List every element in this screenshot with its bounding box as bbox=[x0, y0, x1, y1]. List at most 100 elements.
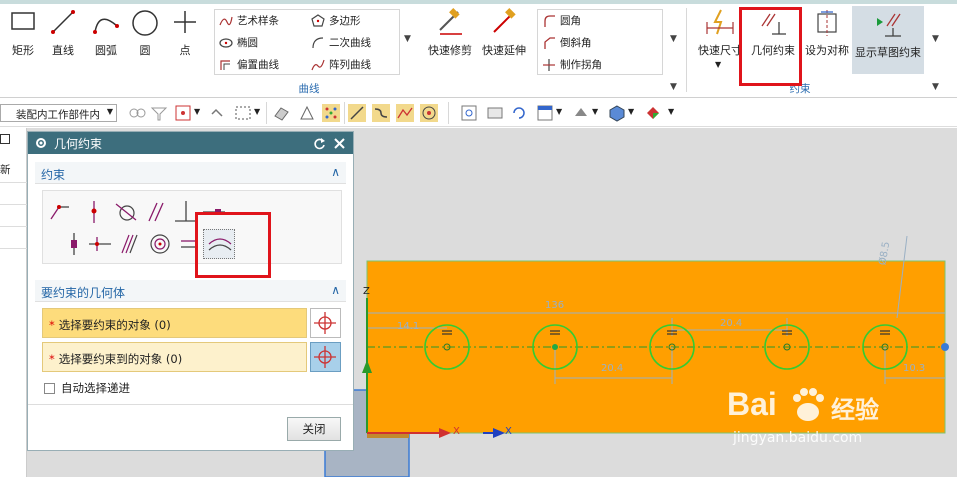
dialog-title-bar[interactable]: 几何约束 bbox=[28, 132, 353, 154]
dimension-20-4-bottom[interactable]: 20.4 bbox=[601, 363, 623, 374]
curve-tools-panel: 艺术样条 椭圆 偏置曲线 多边形 二次曲线 阵列曲线 bbox=[214, 9, 400, 75]
fillet-icon bbox=[544, 14, 555, 27]
collapse-chevron-up-icon[interactable]: ∧ bbox=[331, 283, 340, 297]
fillet-item[interactable]: 圆角 bbox=[542, 13, 581, 28]
paw-logo-icon bbox=[793, 388, 824, 421]
view-orientation-icon[interactable] bbox=[536, 104, 554, 122]
arc-icon bbox=[93, 18, 119, 34]
polygon-item[interactable]: 多边形 bbox=[311, 13, 361, 28]
snap-mid-point-icon[interactable] bbox=[372, 104, 390, 122]
make-corner-icon bbox=[543, 58, 555, 71]
navigator-column-header: 新 bbox=[0, 164, 11, 176]
quick-trim-label: 快速修剪 bbox=[428, 44, 472, 57]
rectangle-icon bbox=[11, 12, 35, 30]
render-style-icon[interactable] bbox=[572, 104, 590, 122]
shaded-dropdown-icon[interactable]: ▼ bbox=[628, 107, 634, 116]
snap-link-icon[interactable] bbox=[208, 104, 226, 122]
arc-button[interactable]: 圆弧 bbox=[86, 4, 126, 64]
snap-center-icon[interactable] bbox=[420, 104, 438, 122]
point-button[interactable]: 点 bbox=[167, 4, 203, 64]
chamfer-item[interactable]: 倒斜角 bbox=[542, 35, 592, 50]
geometry-section-header[interactable]: 要约束的几何体 ∧ bbox=[35, 280, 346, 302]
rectangle-select-dropdown-icon[interactable]: ▼ bbox=[254, 107, 260, 116]
dimension-20-4-top[interactable]: 20.4 bbox=[720, 318, 742, 329]
auto-select-option[interactable]: 自动选择递进 bbox=[44, 380, 130, 396]
rapid-dimension-dropdown[interactable]: ▼ bbox=[715, 60, 721, 69]
quick-trim-button[interactable]: 快速修剪 bbox=[424, 4, 476, 66]
select-point-icon[interactable] bbox=[174, 104, 192, 122]
make-corner-label: 制作拐角 bbox=[560, 59, 602, 71]
reset-icon[interactable] bbox=[313, 137, 326, 150]
view-orientation-dropdown-icon[interactable]: ▼ bbox=[556, 107, 562, 116]
select-object-button[interactable] bbox=[310, 308, 341, 338]
edit-more-dropdown[interactable]: ▼ bbox=[670, 34, 677, 44]
studio-spline-item[interactable]: 艺术样条 bbox=[219, 13, 279, 28]
show-sketch-constraints-icon bbox=[877, 13, 901, 37]
close-button[interactable]: 关闭 bbox=[287, 417, 341, 441]
show-sketch-constraints-button[interactable]: 显示草图约束 bbox=[852, 6, 924, 74]
shaded-cube-icon[interactable] bbox=[608, 104, 626, 122]
rectangle-button[interactable]: 矩形 bbox=[4, 4, 42, 64]
navigator-divider bbox=[0, 226, 27, 227]
parallel-icon[interactable] bbox=[143, 199, 169, 225]
point-on-curve-icon[interactable] bbox=[81, 199, 107, 225]
general-filter-icon[interactable] bbox=[150, 104, 168, 122]
axis-label-x2: X bbox=[505, 426, 512, 437]
baidu-watermark: Bai 经验 jingyan.baidu.com bbox=[727, 386, 927, 456]
snap-end-point-icon[interactable] bbox=[348, 104, 366, 122]
circle-label: 圆 bbox=[139, 44, 151, 57]
auto-select-checkbox[interactable] bbox=[44, 382, 55, 394]
snap-control-point-icon[interactable] bbox=[396, 104, 414, 122]
collapse-chevron-up-icon[interactable]: ∧ bbox=[331, 165, 340, 179]
ellipse-icon bbox=[219, 37, 233, 48]
concentric-icon[interactable] bbox=[147, 231, 173, 257]
make-symmetric-button[interactable]: 设为对称 bbox=[802, 4, 852, 74]
constraint-more-dropdown[interactable]: ▼ bbox=[932, 34, 939, 44]
fit-view-icon[interactable] bbox=[460, 104, 478, 122]
constraint-section-header[interactable]: 约束 ∧ bbox=[35, 162, 346, 184]
studio-spline-icon bbox=[219, 16, 233, 25]
scope-chevron-down-icon: ▼ bbox=[106, 107, 113, 116]
pattern-curve-item[interactable]: 阵列曲线 bbox=[311, 57, 371, 72]
render-style-dropdown-icon[interactable]: ▼ bbox=[592, 107, 598, 116]
line-button[interactable]: 直线 bbox=[44, 4, 82, 64]
close-icon[interactable] bbox=[333, 137, 346, 150]
dimension-14-1[interactable]: 14.1 bbox=[397, 321, 419, 332]
snap-points-icon[interactable] bbox=[322, 104, 340, 122]
scope-select-value: 整个装配内工作部件内 bbox=[16, 109, 100, 121]
navigator-divider bbox=[0, 248, 27, 249]
edit-group-dropdown[interactable]: ▼ bbox=[670, 82, 677, 92]
restore-icon[interactable] bbox=[0, 134, 10, 144]
watermark-brand: Bai bbox=[727, 386, 777, 422]
scope-select[interactable]: 整个装配内工作部件内 ▼ bbox=[0, 104, 117, 122]
collinear-icon[interactable] bbox=[117, 231, 143, 257]
make-corner-item[interactable]: 制作拐角 bbox=[542, 57, 602, 72]
quick-extend-button[interactable]: 快速延伸 bbox=[478, 4, 530, 66]
ellipse-item[interactable]: 椭圆 bbox=[219, 35, 258, 50]
dimension-10-3[interactable]: 10.3 bbox=[903, 363, 925, 374]
vertical-icon[interactable] bbox=[61, 231, 87, 257]
conic-item[interactable]: 二次曲线 bbox=[311, 35, 371, 50]
select-vertex-icon[interactable] bbox=[298, 104, 316, 122]
constraint-group-dropdown[interactable]: ▼ bbox=[932, 82, 939, 92]
select-target-button[interactable] bbox=[310, 342, 341, 372]
coincident-icon[interactable] bbox=[47, 199, 73, 225]
point-dropdown-icon[interactable]: ▼ bbox=[194, 107, 200, 116]
edit-section-icon[interactable] bbox=[644, 104, 662, 122]
tangent-icon[interactable] bbox=[113, 199, 139, 225]
dimension-136[interactable]: 136 bbox=[545, 300, 564, 311]
circle-button[interactable]: 圆 bbox=[127, 4, 163, 64]
section-dropdown-icon[interactable]: ▼ bbox=[668, 107, 674, 116]
solid-select-icon[interactable] bbox=[272, 104, 290, 122]
select-target-label: 选择要约束到的对象 (0) bbox=[58, 352, 183, 366]
type-filter-icon[interactable] bbox=[128, 104, 146, 122]
geometry-section-title: 要约束的几何体 bbox=[41, 286, 126, 300]
midpoint-icon[interactable] bbox=[87, 231, 113, 257]
zoom-view-icon[interactable] bbox=[486, 104, 504, 122]
rotate-view-icon[interactable] bbox=[510, 104, 528, 122]
select-object-row[interactable]: * 选择要约束的对象 (0) bbox=[42, 308, 307, 338]
offset-curve-item[interactable]: 偏置曲线 bbox=[219, 57, 279, 72]
curve-more-dropdown[interactable]: ▼ bbox=[404, 34, 411, 44]
select-target-row[interactable]: * 选择要约束到的对象 (0) bbox=[42, 342, 307, 372]
rectangle-select-icon[interactable] bbox=[234, 104, 252, 122]
